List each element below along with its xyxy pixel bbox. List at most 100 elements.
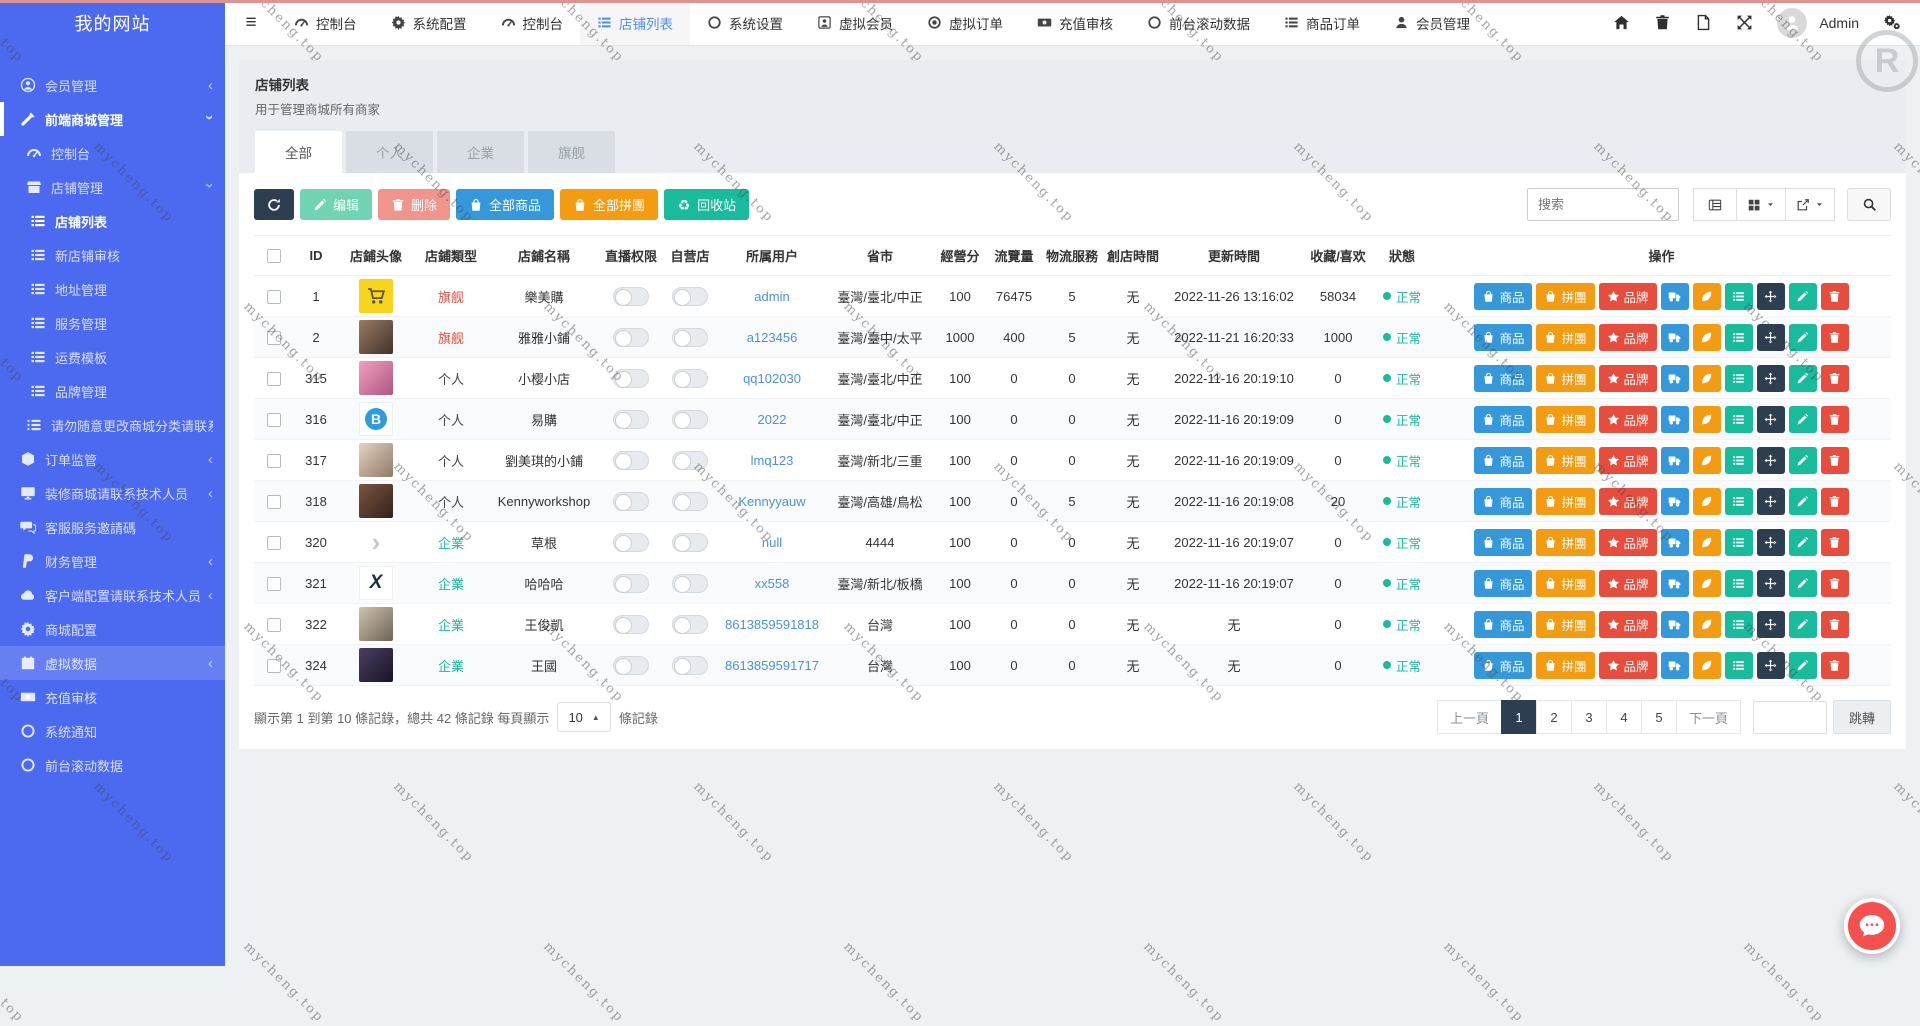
filter-tab[interactable]: 旗舰 [528, 131, 615, 173]
delivery-button[interactable] [1660, 446, 1689, 474]
delete-row-button[interactable] [1820, 446, 1849, 474]
owner-user-link[interactable]: admin [754, 289, 789, 304]
delete-row-button[interactable] [1820, 364, 1849, 392]
move-button[interactable] [1756, 364, 1785, 392]
delivery-button[interactable] [1660, 569, 1689, 597]
detail-button[interactable] [1724, 569, 1753, 597]
tag-button[interactable] [1692, 405, 1721, 433]
move-button[interactable] [1756, 405, 1785, 433]
goods-button[interactable]: 商品 [1474, 446, 1533, 474]
sidebar-item[interactable]: 服务管理 [0, 306, 225, 340]
brand-button[interactable]: 品牌 [1598, 528, 1657, 556]
menu-toggle-icon[interactable]: ≡ [225, 0, 277, 45]
detail-view-button[interactable] [1693, 188, 1737, 221]
delete-row-button[interactable] [1820, 282, 1849, 310]
live-permission-toggle[interactable] [613, 327, 649, 347]
row-checkbox[interactable] [267, 412, 281, 427]
edit-row-button[interactable] [1788, 364, 1817, 392]
brand-button[interactable]: 品牌 [1598, 569, 1657, 597]
jump-button[interactable]: 跳轉 [1832, 700, 1891, 734]
gears-icon[interactable] [1883, 14, 1901, 31]
detail-button[interactable] [1724, 282, 1753, 310]
row-checkbox[interactable] [267, 535, 281, 550]
row-checkbox[interactable] [267, 289, 281, 304]
sidebar-item[interactable]: 订单监管 ‹ [0, 442, 225, 476]
sidebar-item[interactable]: 商城配置 [0, 612, 225, 646]
owner-user-link[interactable]: lmq123 [751, 453, 794, 468]
groupon-button[interactable]: 拼團 [1536, 323, 1595, 351]
groupon-button[interactable]: 拼團 [1536, 282, 1595, 310]
edit-row-button[interactable] [1788, 610, 1817, 638]
filter-tab[interactable]: 企業 [437, 131, 524, 173]
owner-user-link[interactable]: qq102030 [743, 371, 801, 386]
select-all-checkbox[interactable] [267, 249, 281, 264]
goods-button[interactable]: 商品 [1474, 651, 1533, 679]
username[interactable]: Admin [1819, 15, 1859, 31]
groupon-button[interactable]: 拼團 [1536, 405, 1595, 433]
row-checkbox[interactable] [267, 576, 281, 591]
filter-tab[interactable]: 全部 [255, 131, 342, 173]
nav-tab[interactable]: 充值审核 [1020, 0, 1130, 45]
tag-button[interactable] [1692, 651, 1721, 679]
groupon-button[interactable]: 拼團 [1536, 569, 1595, 597]
sidebar-item[interactable]: 虚拟数据 ‹ [0, 646, 225, 680]
nav-tab[interactable]: 系统设置 [690, 0, 800, 45]
nav-tab[interactable]: 前台滚动数据 [1130, 0, 1267, 45]
row-checkbox[interactable] [267, 330, 281, 345]
search-input[interactable] [1527, 188, 1679, 221]
self-operated-toggle[interactable] [672, 491, 708, 511]
edit-row-button[interactable] [1788, 487, 1817, 515]
all-goods-button[interactable]: 全部商品 [456, 189, 555, 220]
self-operated-toggle[interactable] [672, 368, 708, 388]
delete-row-button[interactable] [1820, 569, 1849, 597]
groupon-button[interactable]: 拼團 [1536, 487, 1595, 515]
row-checkbox[interactable] [267, 494, 281, 509]
goods-button[interactable]: 商品 [1474, 528, 1533, 556]
brand-button[interactable]: 品牌 [1598, 405, 1657, 433]
live-permission-toggle[interactable] [613, 532, 649, 552]
edit-row-button[interactable] [1788, 651, 1817, 679]
self-operated-toggle[interactable] [672, 573, 708, 593]
owner-user-link[interactable]: Kennyyauw [738, 494, 805, 509]
owner-user-link[interactable]: 8613859591818 [725, 617, 819, 632]
delivery-button[interactable] [1660, 528, 1689, 556]
sidebar-item[interactable]: 店铺列表 [0, 204, 225, 238]
goods-button[interactable]: 商品 [1474, 323, 1533, 351]
move-button[interactable] [1756, 528, 1785, 556]
edit-row-button[interactable] [1788, 282, 1817, 310]
row-checkbox[interactable] [267, 371, 281, 386]
live-permission-toggle[interactable] [613, 614, 649, 634]
chat-button[interactable] [1844, 898, 1900, 954]
move-button[interactable] [1756, 610, 1785, 638]
detail-button[interactable] [1724, 405, 1753, 433]
self-operated-toggle[interactable] [672, 286, 708, 306]
brand-button[interactable]: 品牌 [1598, 282, 1657, 310]
search-button[interactable] [1847, 188, 1891, 221]
sidebar-item[interactable]: 客服服务邀請碼 [0, 510, 225, 544]
self-operated-toggle[interactable] [672, 327, 708, 347]
page-number-button[interactable]: 2 [1535, 700, 1572, 734]
self-operated-toggle[interactable] [672, 450, 708, 470]
owner-user-link[interactable]: 2022 [758, 412, 787, 427]
brand-button[interactable]: 品牌 [1598, 323, 1657, 351]
tag-button[interactable] [1692, 446, 1721, 474]
tag-button[interactable] [1692, 364, 1721, 392]
live-permission-toggle[interactable] [613, 409, 649, 429]
move-button[interactable] [1756, 487, 1785, 515]
sidebar-item[interactable]: 地址管理 [0, 272, 225, 306]
tag-button[interactable] [1692, 282, 1721, 310]
tag-button[interactable] [1692, 528, 1721, 556]
goods-button[interactable]: 商品 [1474, 569, 1533, 597]
detail-button[interactable] [1724, 446, 1753, 474]
goods-button[interactable]: 商品 [1474, 487, 1533, 515]
sidebar-item[interactable]: 前端商城管理 ‹ [0, 102, 225, 136]
delete-row-button[interactable] [1820, 651, 1849, 679]
groupon-button[interactable]: 拼團 [1536, 651, 1595, 679]
page-number-button[interactable]: 3 [1570, 700, 1607, 734]
sidebar-item[interactable]: 系统通知 [0, 714, 225, 748]
prev-page-button[interactable]: 上一頁 [1436, 700, 1502, 734]
groupon-button[interactable]: 拼團 [1536, 364, 1595, 392]
edit-row-button[interactable] [1788, 405, 1817, 433]
self-operated-toggle[interactable] [672, 409, 708, 429]
delivery-button[interactable] [1660, 487, 1689, 515]
